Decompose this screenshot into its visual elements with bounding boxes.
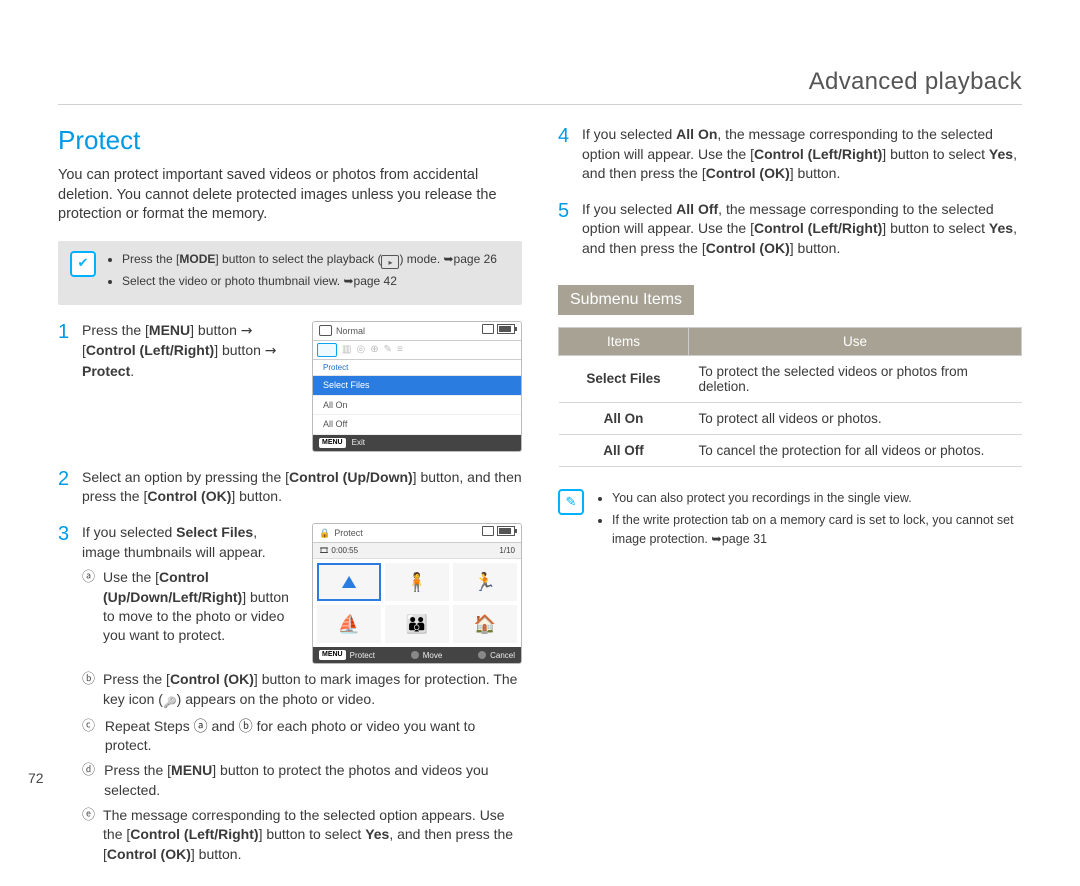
step-number: 2 [58,468,72,507]
pre-note-1: Press the [MODE] button to select the pl… [122,251,497,270]
lock-icon: 🔒 [319,527,330,540]
thumbnail: ⛰ [317,563,381,601]
table-row: All On To protect all videos or photos. [559,402,1022,434]
info-note: ✎ You can also protect you recordings in… [558,489,1022,553]
thumbnail: ⛵ [317,605,381,643]
chapter-title: Advanced playback [58,68,1022,105]
move-dot-icon [411,651,419,659]
pre-note-2: Select the video or photo thumbnail view… [122,273,497,290]
thumbnail: 🏠 [453,605,517,643]
dd-all-on: All On [313,396,521,416]
right-column: 4 If you selected All On, the message co… [558,125,1022,886]
info-note-1: You can also protect you recordings in t… [612,489,1022,508]
submenu-table: Items Use Select Files To protect the se… [558,327,1022,467]
page-number: 72 [28,770,44,786]
thumbnail: 🏃 [453,563,517,601]
menu-key-label: MENU [319,650,346,660]
step-1: 1 Press the [MENU] button → [Control (Le… [58,321,522,452]
step-4-text: If you selected All On, the message corr… [582,125,1022,184]
thumbnail: 👪 [385,605,449,643]
table-row: All Off To cancel the protection for all… [559,434,1022,466]
card-icon [482,324,494,334]
table-row: Select Files To protect the selected vid… [559,355,1022,402]
left-column: Protect You can protect important saved … [58,125,522,886]
check-icon: ✔ [70,251,96,277]
step-number: 4 [558,125,572,184]
step-2-text: Select an option by pressing the [Contro… [82,468,522,507]
step-3-text: If you selected Select Files, image thum… [82,523,298,651]
menu-key-label: MENU [319,438,346,448]
sub-step-b: ⓑ Press the [Control (OK)] button to mar… [82,670,522,710]
step-number: 3 [58,523,72,870]
lcd-mock-thumbnails: 🔒Protect 🎞 0:00:55 1/10 ⛰ 🧍 [312,523,522,664]
col-use: Use [689,327,1022,355]
info-note-2: If the write protection tab on a memory … [612,511,1022,549]
page-content: Advanced playback Protect You can protec… [58,68,1022,886]
sub-step-d: ⓓ Press the [MENU] button to protect the… [82,761,522,800]
step-number: 5 [558,200,572,259]
sub-step-e: ⓔ The message corresponding to the selec… [82,806,522,864]
dd-header: Protect [313,360,521,376]
step-5: 5 If you selected All Off, the message c… [558,200,1022,259]
submenu-heading: Submenu Items [558,285,694,315]
cancel-dot-icon [478,651,486,659]
prerequisite-note: ✔ Press the [MODE] button to select the … [58,241,522,305]
key-icon [163,696,177,711]
dd-select-files: Select Files [313,376,521,396]
battery-icon [497,324,515,334]
step-1-text: Press the [MENU] button → [Control (Left… [82,321,298,382]
step-4: 4 If you selected All On, the message co… [558,125,1022,184]
intro-text: You can protect important saved videos o… [58,166,522,225]
step-5-text: If you selected All Off, the message cor… [582,200,1022,259]
section-title: Protect [58,125,522,156]
sub-step-a: ⓐ Use the [Control (Up/Down/Left/Right)]… [82,568,298,645]
card-icon [482,526,494,536]
playback-icon [381,255,399,269]
battery-icon [497,526,515,536]
step-number: 1 [58,321,72,452]
thumbnail: 🧍 [385,563,449,601]
protect-tab-icon [317,343,337,357]
col-items: Items [559,327,689,355]
lcd-mock-menu: Normal ▥◎⊕✎≡ Protect Select Files [312,321,522,452]
camera-icon [319,325,332,336]
step-2: 2 Select an option by pressing the [Cont… [58,468,522,507]
sub-step-c: ⓒ Repeat Steps ⓐ and ⓑ for each photo or… [82,717,522,756]
step-3: 3 If you selected Select Files, image th… [58,523,522,870]
dd-all-off: All Off [313,415,521,435]
info-icon: ✎ [558,489,584,515]
